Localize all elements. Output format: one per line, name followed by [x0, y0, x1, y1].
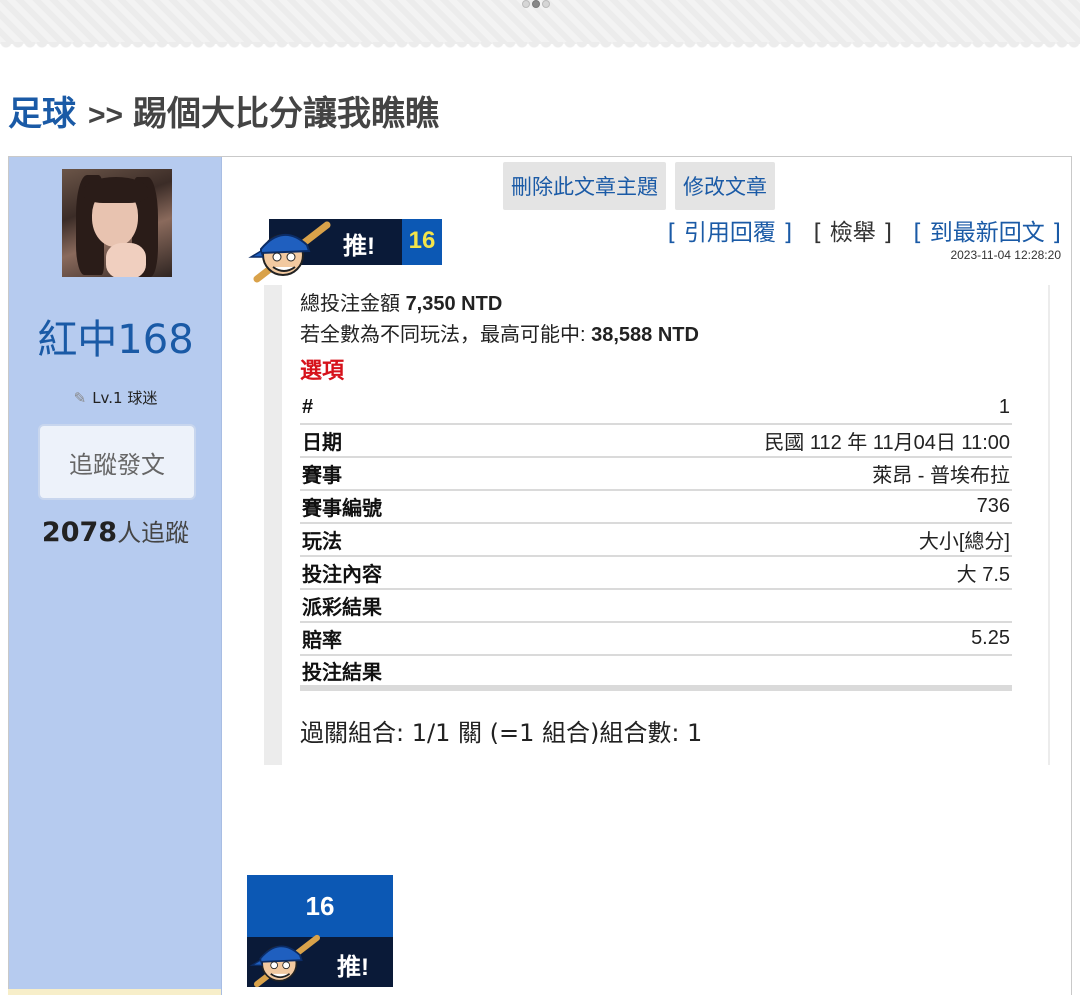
top-decorative-strip: [0, 0, 1080, 50]
follow-button[interactable]: 追蹤發文: [38, 424, 196, 500]
total-bet-label: 總投注金額: [300, 293, 400, 315]
row-value: 736: [479, 490, 1012, 524]
bracket: ]: [883, 220, 893, 246]
post-frame: 紅中168 ✎ Lv.1 球迷 追蹤發文 2078人追蹤 刪除此文章主題 修改文章: [8, 156, 1072, 995]
bracket: ]: [1052, 220, 1061, 246]
max-win-label: 若全數為不同玩法，最高可能中:: [300, 324, 586, 346]
row-value: 大小[總分]: [479, 523, 1012, 557]
row-key: 派彩結果: [300, 589, 480, 623]
bracket: [: [913, 220, 923, 246]
row-value: [479, 589, 1012, 623]
row-key: 賽事編號: [300, 490, 480, 524]
total-bet-line: 總投注金額 7,350 NTD: [300, 289, 1030, 320]
author-sidebar: 紅中168 ✎ Lv.1 球迷 追蹤發文 2078人追蹤: [9, 157, 222, 995]
post-timestamp: 2023-11-04 12:28:20: [950, 248, 1061, 262]
bracket: [: [667, 220, 677, 246]
page-indicator: [522, 0, 550, 8]
table-row: 玩法 大小[總分]: [300, 523, 1012, 557]
total-bet-value: 7,350 NTD: [405, 293, 503, 315]
footer-strip: [8, 989, 221, 995]
baseball-mascot-icon: [249, 934, 320, 988]
row-key: #: [300, 391, 480, 425]
pencil-icon: ✎: [73, 389, 87, 407]
row-key: 玩法: [300, 523, 480, 557]
bracket: ]: [783, 220, 793, 246]
post-actions: [ 引用回覆 ] [ 檢舉 ] [ 到最新回文 ]: [668, 213, 1061, 247]
table-row: 賽事編號 736: [300, 490, 1012, 524]
post-content: 刪除此文章主題 修改文章 推! 16 [ 引用回覆 ] [ 檢舉] [到最新…: [223, 157, 1071, 995]
combo-summary: 過關組合: 1/1 關 (=1 組合)組合數: 1: [300, 719, 703, 747]
options-heading: 選項: [300, 358, 345, 383]
report-link[interactable]: 檢舉: [830, 220, 876, 246]
table-row: 日期 民國 112 年 11月04日 11:00: [300, 424, 1012, 458]
table-row: 派彩結果: [300, 589, 1012, 623]
push-button[interactable]: 16 推!: [247, 875, 393, 988]
followers-count: 2078人追蹤: [9, 513, 222, 548]
max-win-line: 若全數為不同玩法，最高可能中: 38,588 NTD: [300, 320, 1030, 351]
push-box-label: 推!: [337, 954, 369, 981]
row-key: 賠率: [300, 622, 480, 656]
bet-slip-body: 總投注金額 7,350 NTD 若全數為不同玩法，最高可能中: 38,588 N…: [282, 285, 1048, 765]
latest-reply-link[interactable]: 到最新回文: [930, 220, 1045, 246]
admin-toolbar: 刪除此文章主題 修改文章: [503, 162, 775, 210]
bracket: [: [813, 220, 823, 246]
table-row: 投注結果: [300, 655, 1012, 691]
row-value: 大 7.5: [479, 556, 1012, 590]
followers-number: 2078: [41, 517, 118, 548]
baseball-mascot-icon: [248, 221, 331, 283]
row-value: 5.25: [479, 622, 1012, 656]
page-dot: [542, 0, 550, 8]
max-win-value: 38,588 NTD: [591, 324, 699, 346]
avatar[interactable]: [62, 169, 172, 277]
page-dot-active: [532, 0, 540, 8]
table-row: #1: [300, 391, 1012, 425]
breadcrumb: 足球 >> 踢個大比分讓我瞧瞧: [8, 86, 439, 135]
delete-topic-button[interactable]: 刪除此文章主題: [503, 162, 666, 210]
row-key: 投注結果: [300, 655, 480, 691]
author-name[interactable]: 紅中168: [9, 307, 222, 365]
push-label: 推!: [343, 233, 375, 260]
push-count: 16: [408, 227, 436, 254]
breadcrumb-separator: >>: [88, 99, 124, 132]
row-key: 投注內容: [300, 556, 480, 590]
row-key: 賽事: [300, 457, 480, 491]
followers-suffix: 人追蹤: [117, 519, 190, 547]
bet-slip: 總投注金額 7,350 NTD 若全數為不同玩法，最高可能中: 38,588 N…: [264, 285, 1050, 765]
bet-details-table: #1 日期 民國 112 年 11月04日 11:00 賽事 萊昂 - 普埃布拉 賽…: [300, 391, 1012, 691]
row-key: 日期: [300, 424, 480, 458]
push-badge[interactable]: 推! 16: [247, 219, 442, 283]
row-value: 民國 112 年 11月04日 11:00: [479, 424, 1012, 458]
page-title: 踢個大比分讓我瞧瞧: [133, 95, 440, 133]
table-row: 投注內容大 7.5: [300, 556, 1012, 590]
author-level: ✎ Lv.1 球迷: [9, 387, 222, 408]
quote-reply-link[interactable]: 引用回覆: [684, 220, 776, 246]
row-value: 萊昂 - 普埃布拉: [479, 457, 1012, 491]
table-row: 賽事 萊昂 - 普埃布拉: [300, 457, 1012, 491]
row-value: 1: [479, 391, 1012, 425]
level-label: Lv.1 球迷: [92, 389, 158, 407]
breadcrumb-category-link[interactable]: 足球: [8, 95, 76, 133]
edit-post-button[interactable]: 修改文章: [675, 162, 775, 210]
table-row: 賠率 5.25: [300, 622, 1012, 656]
page-dot: [522, 0, 530, 8]
row-value: [479, 655, 1012, 691]
push-box-count: 16: [247, 875, 393, 937]
